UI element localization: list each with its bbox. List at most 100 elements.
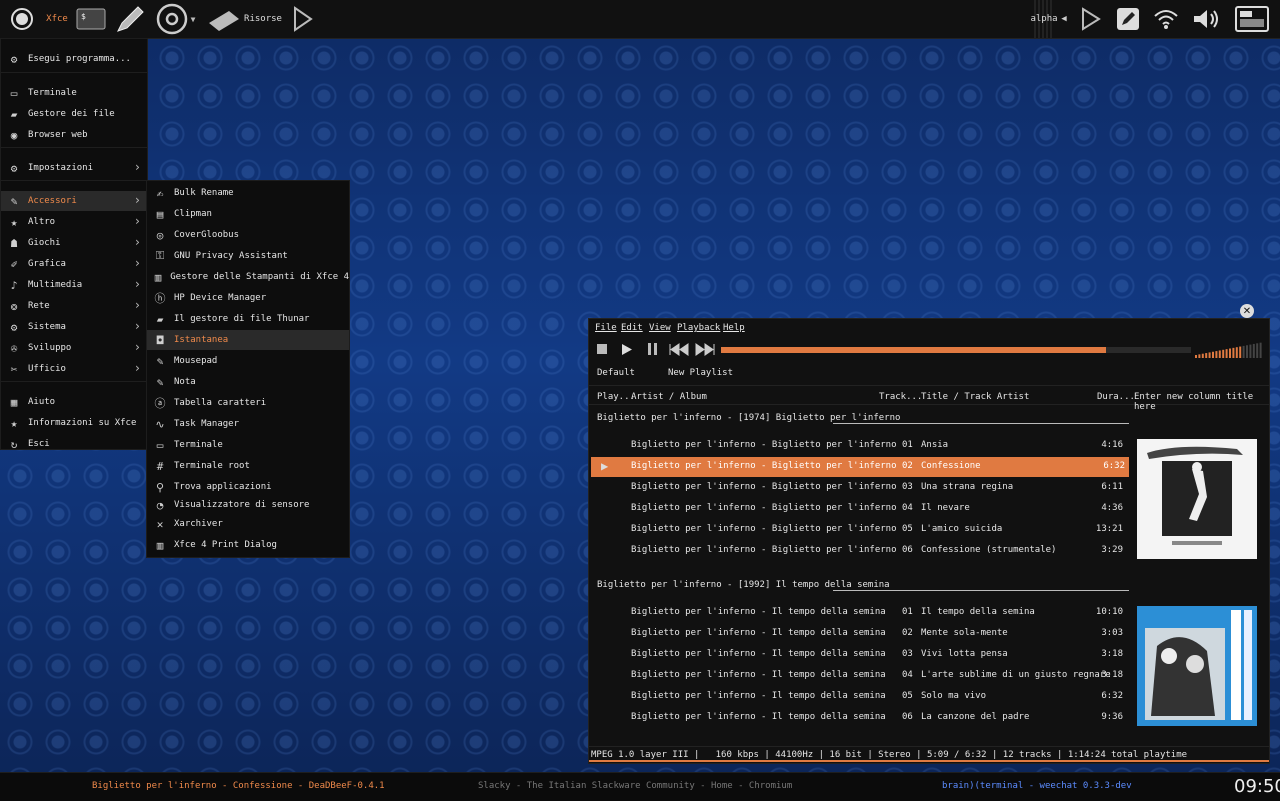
network-icon: ❂ [10,299,18,313]
submenu-item-label: Nota [174,377,196,387]
submenu-item[interactable]: ⓐ Tabella caratteri [147,393,349,413]
taskbar-button[interactable]: Biglietto per l'inferno - Confessione - … [92,781,385,791]
resources-label[interactable]: Risorse [244,0,282,38]
main-menu-item[interactable]: ☗ Giochi › [1,233,147,253]
main-menu-item-label: Impostazioni [28,163,94,173]
track-row[interactable]: Biglietto per l'inferno - Il tempo della… [589,687,1129,707]
track-row[interactable]: Biglietto per l'inferno - Il tempo della… [589,666,1129,686]
main-menu-item[interactable]: ◉ Browser web [1,125,147,145]
xfce-menu-icon [11,8,33,30]
main-menu-item[interactable]: ▭ Terminale [1,83,147,103]
track-row[interactable]: Biglietto per l'inferno - Biglietto per … [589,478,1129,498]
track-duration: 10:10 [1095,607,1123,617]
player-tray-icon[interactable] [1078,0,1102,38]
main-menu-item[interactable]: ⚙ Impostazioni › [1,158,147,178]
main-menu-item[interactable]: ⚙ Sistema › [1,317,147,337]
main-menu-item[interactable]: ★ Informazioni su Xfce [1,413,147,433]
taskbar-button[interactable]: brain)(terminal - weechat 0.3.3-dev [942,781,1132,791]
track-row[interactable]: Biglietto per l'inferno - Il tempo della… [589,645,1129,665]
chevron-right-icon: › [133,235,141,249]
track-duration: 3:29 [1101,545,1123,555]
notes-tray-icon[interactable] [1114,0,1142,38]
track-row[interactable]: Biglietto per l'inferno - Il tempo della… [589,624,1129,644]
hp-icon: ⓗ [154,292,166,305]
main-menu-item[interactable]: ↻ Esci [1,434,147,454]
main-menu-item-label: Esegui programma... [28,54,131,64]
submenu-item[interactable]: ◎ CoverGloobus [147,225,349,245]
resources-launcher[interactable] [206,0,242,38]
submenu-item[interactable]: ▤ Clipman [147,204,349,224]
submenu-item[interactable]: ⓗ HP Device Manager [147,288,349,308]
submenu-item[interactable]: ∿ Task Manager [147,414,349,434]
submenu-item[interactable]: ✎ Nota [147,372,349,392]
submenu-item[interactable]: ✎ Mousepad [147,351,349,371]
track-row[interactable]: Biglietto per l'inferno - Il tempo della… [589,603,1129,623]
submenu-item-label: Trova applicazioni [174,482,272,492]
accessori-submenu: ✍ Bulk Rename ▤ Clipman ◎ CoverGloobus ⚿ GNU Pr… [146,180,350,558]
chevron-left-icon[interactable]: ◀ [1058,0,1070,38]
track-row[interactable]: ▶ Biglietto per l'inferno - Biglietto per… [591,457,1129,477]
main-menu-item-label: Rete [28,301,50,311]
submenu-item[interactable]: ▥ Xfce 4 Print Dialog [147,535,349,555]
workspace-switcher[interactable]: alpha [1030,0,1058,38]
show-desktop-icon[interactable] [1234,0,1270,38]
track-number: 02 [902,628,913,638]
volume-icon[interactable] [1190,0,1222,38]
terminal-launcher[interactable]: $ [74,0,108,38]
main-menu-item[interactable]: ✎ Accessori › [1,191,147,211]
track-artist-album: Biglietto per l'inferno - Biglietto per … [631,461,897,471]
browser-launcher[interactable]: ▼ [150,0,200,38]
track-title: Solo ma vivo [921,691,987,701]
submenu-item[interactable]: ▰ Il gestore di file Thunar [147,309,349,329]
main-menu-item-label: Gestore dei file [28,109,115,119]
submenu-item[interactable]: ▭ Terminale [147,435,349,455]
main-menu-item[interactable]: ★ Altro › [1,212,147,232]
main-menu-item[interactable]: ▦ Aiuto [1,392,147,412]
track-title: Mente sola-mente [921,628,1008,638]
submenu-item[interactable]: ⚲ Trova applicazioni [147,477,349,497]
clock[interactable]: 09:50 [1234,776,1280,797]
main-menu-item[interactable]: ✂ Ufficio › [1,359,147,379]
main-menu-item[interactable]: ♪ Multimedia › [1,275,147,295]
now-playing-icon: ▶ [601,459,609,473]
track-row[interactable]: Biglietto per l'inferno - Biglietto per … [589,541,1129,561]
main-menu-item[interactable]: ❂ Rete › [1,296,147,316]
menu-separator [1,147,147,148]
main-menu-item-label: Giochi [28,238,61,248]
wifi-icon[interactable] [1152,0,1180,38]
logout-icon: ↻ [10,437,18,451]
submenu-item[interactable]: ✕ Xarchiver [147,514,349,534]
track-duration: 6:32 [1101,691,1123,701]
taskbar-button[interactable]: Slacky - The Italian Slackware Community… [478,781,792,791]
main-menu-item[interactable]: ⚙ Esegui programma... [1,49,147,69]
pencil-icon [117,6,144,32]
task-icon: ∿ [155,417,165,431]
main-menu-item[interactable]: ▰ Gestore dei file [1,104,147,124]
cover-icon: ◎ [156,228,164,242]
submenu-item-label: Il gestore di file Thunar [174,314,310,324]
editor-launcher[interactable] [112,0,148,38]
submenu-item[interactable]: ✍ Bulk Rename [147,183,349,203]
submenu-item[interactable]: ◘ Istantanea [147,330,349,350]
chevron-right-icon: › [133,340,141,354]
close-button[interactable]: ✕ [1240,304,1254,318]
app-menu-button[interactable] [6,0,38,38]
submenu-item[interactable]: ▥ Gestore delle Stampanti di Xfce 4 [147,267,349,287]
submenu-item[interactable]: # Terminale root [147,456,349,476]
star-icon: ★ [10,215,18,229]
play-logo-icon [294,6,313,32]
track-row[interactable]: Biglietto per l'inferno - Biglietto per … [589,520,1129,540]
track-row[interactable]: Biglietto per l'inferno - Il tempo della… [589,708,1129,728]
submenu-item[interactable]: ◔ Visualizzatore di sensore [147,495,349,515]
gear-icon: ⚙ [10,52,18,66]
main-menu-item[interactable]: ✇ Sviluppo › [1,338,147,358]
xfce-label[interactable]: Xfce [44,0,70,38]
track-row[interactable]: Biglietto per l'inferno - Biglietto per … [589,436,1129,456]
deadbeef-launcher[interactable] [290,0,314,38]
main-menu-item[interactable]: ✐ Grafica › [1,254,147,274]
submenu-item[interactable]: ⚿ GNU Privacy Assistant [147,246,349,266]
track-number: 03 [902,649,913,659]
track-row[interactable]: Biglietto per l'inferno - Biglietto per … [589,499,1129,519]
ghost-icon: ☗ [10,236,18,250]
submenu-item-label: Xarchiver [174,519,223,529]
